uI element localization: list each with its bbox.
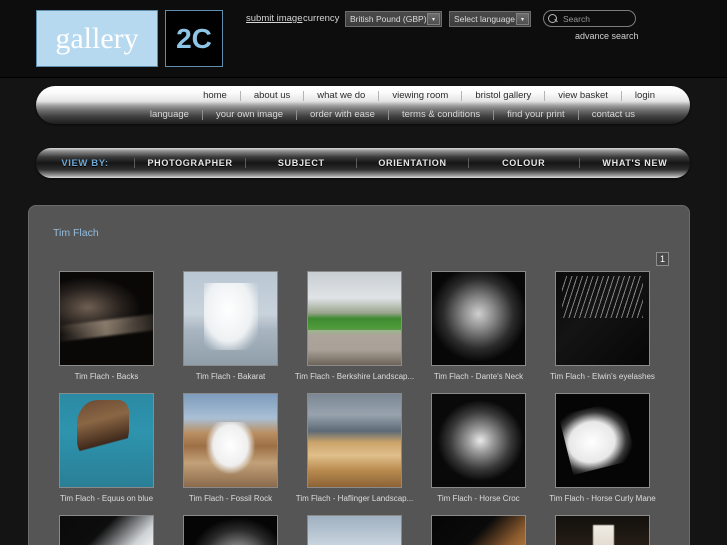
- thumbnail-caption[interactable]: Tim Flach - Elwin's eyelashes: [550, 372, 655, 381]
- nav-item-viewing-room[interactable]: viewing room: [379, 91, 463, 101]
- nav-item-terms-and-conditions[interactable]: terms & conditions: [389, 110, 495, 120]
- gallery-item: Tim Flach - Fossil Rock: [169, 393, 292, 503]
- thumbnail-image[interactable]: [555, 271, 650, 366]
- pagination: 1: [656, 252, 669, 266]
- thumbnail-image[interactable]: [307, 393, 402, 488]
- thumbnail-image[interactable]: [59, 393, 154, 488]
- thumbnail-image[interactable]: [183, 515, 278, 545]
- page-root: gallery 2C submit image currency British…: [0, 0, 727, 545]
- thumbnail-image[interactable]: [59, 271, 154, 366]
- gallery-item: [541, 515, 664, 545]
- thumbnail-image[interactable]: [555, 515, 650, 545]
- nav-item-about-us[interactable]: about us: [241, 91, 305, 101]
- gallery-item: Tim Flach - Equus on blue: [45, 393, 168, 503]
- currency-select[interactable]: British Pound (GBP) ▾: [345, 11, 442, 27]
- thumbnail-image[interactable]: [431, 393, 526, 488]
- logo-gallery-box: gallery: [36, 10, 158, 67]
- view-by-label: VIEW BY:: [61, 157, 109, 169]
- thumbnail-image[interactable]: [183, 393, 278, 488]
- nav-item-language[interactable]: language: [137, 110, 203, 120]
- currency-select-value: British Pound (GBP): [350, 14, 427, 24]
- logo-2c-box: 2C: [165, 10, 223, 67]
- gallery-item: Tim Flach - Dante's Neck: [417, 271, 540, 381]
- language-select-value: Select language: [454, 14, 515, 24]
- nav-primary-row: home about us what we do viewing room br…: [36, 86, 690, 106]
- thumbnail-image[interactable]: [555, 393, 650, 488]
- main-navigation: home about us what we do viewing room br…: [36, 86, 690, 124]
- language-select[interactable]: Select language ▾: [449, 11, 531, 27]
- gallery-item: Tim Flach - Horse Croc: [417, 393, 540, 503]
- advance-search-link[interactable]: advance search: [575, 31, 639, 41]
- currency-label: currency: [303, 13, 340, 24]
- gallery-item: [169, 515, 292, 545]
- search-icon: [547, 13, 559, 25]
- chevron-down-icon: ▾: [427, 13, 440, 25]
- view-by-bar: VIEW BY: PHOTOGRAPHER SUBJECT ORIENTATIO…: [36, 148, 690, 178]
- gallery-item: Tim Flach - Berkshire Landscap...: [293, 271, 416, 381]
- site-header: gallery 2C submit image currency British…: [0, 0, 727, 78]
- search-input[interactable]: [559, 13, 627, 24]
- thumbnail-image[interactable]: [431, 515, 526, 545]
- gallery-item: [45, 515, 168, 545]
- view-by-whats-new[interactable]: WHAT'S NEW: [578, 158, 690, 168]
- thumbnail-image[interactable]: [59, 515, 154, 545]
- gallery-item: Tim Flach - Haflinger Landscap...: [293, 393, 416, 503]
- search-box[interactable]: [543, 10, 636, 27]
- nav-secondary-row: language your own image order with ease …: [36, 106, 690, 124]
- nav-item-home[interactable]: home: [190, 91, 241, 101]
- gallery-item: Tim Flach - Horse Curly Mane: [541, 393, 664, 503]
- page-title: Tim Flach: [53, 227, 99, 239]
- thumbnail-caption[interactable]: Tim Flach - Horse Curly Mane: [549, 494, 655, 503]
- thumbnail-caption[interactable]: Tim Flach - Haflinger Landscap...: [296, 494, 414, 503]
- nav-item-order-with-ease[interactable]: order with ease: [297, 110, 389, 120]
- thumbnail-image[interactable]: [431, 271, 526, 366]
- gallery-item: [417, 515, 540, 545]
- nav-item-view-basket[interactable]: view basket: [545, 91, 622, 101]
- gallery-item: [293, 515, 416, 545]
- gallery-item: Tim Flach - Elwin's eyelashes: [541, 271, 664, 381]
- submit-image-link[interactable]: submit image: [246, 13, 303, 24]
- thumbnail-grid: Tim Flach - Backs Tim Flach - Bakarat Tim …: [45, 271, 675, 545]
- thumbnail-caption[interactable]: Tim Flach - Berkshire Landscap...: [295, 372, 414, 381]
- thumbnail-image[interactable]: [183, 271, 278, 366]
- view-by-colour[interactable]: COLOUR: [467, 158, 579, 168]
- thumbnail-caption[interactable]: Tim Flach - Dante's Neck: [434, 372, 523, 381]
- thumbnail-caption[interactable]: Tim Flach - Equus on blue: [60, 494, 153, 503]
- logo-2c-text: 2C: [176, 22, 212, 54]
- gallery-item: Tim Flach - Backs: [45, 271, 168, 381]
- pagination-page-1[interactable]: 1: [656, 252, 669, 266]
- thumbnail-image[interactable]: [307, 515, 402, 545]
- nav-item-your-own-image[interactable]: your own image: [203, 110, 298, 120]
- gallery-item: Tim Flach - Bakarat: [169, 271, 292, 381]
- site-logo[interactable]: gallery 2C: [36, 10, 223, 67]
- thumbnail-image[interactable]: [307, 271, 402, 366]
- chevron-down-icon: ▾: [516, 13, 529, 25]
- thumbnail-caption[interactable]: Tim Flach - Fossil Rock: [189, 494, 272, 503]
- view-by-subject[interactable]: SUBJECT: [245, 158, 356, 168]
- view-by-orientation[interactable]: ORIENTATION: [356, 158, 467, 168]
- nav-item-what-we-do[interactable]: what we do: [304, 91, 380, 101]
- thumbnail-caption[interactable]: Tim Flach - Bakarat: [196, 372, 266, 381]
- logo-gallery-text: gallery: [55, 21, 139, 55]
- nav-item-login[interactable]: login: [622, 91, 668, 101]
- nav-item-contact-us[interactable]: contact us: [579, 110, 648, 120]
- gallery-panel: Tim Flach 1 Tim Flach - Backs Tim Flach -…: [28, 205, 690, 545]
- nav-item-find-your-print[interactable]: find your print: [494, 110, 579, 120]
- nav-item-bristol-gallery[interactable]: bristol gallery: [462, 91, 546, 101]
- thumbnail-caption[interactable]: Tim Flach - Backs: [75, 372, 139, 381]
- thumbnail-caption[interactable]: Tim Flach - Horse Croc: [437, 494, 519, 503]
- view-by-photographer[interactable]: PHOTOGRAPHER: [134, 158, 245, 168]
